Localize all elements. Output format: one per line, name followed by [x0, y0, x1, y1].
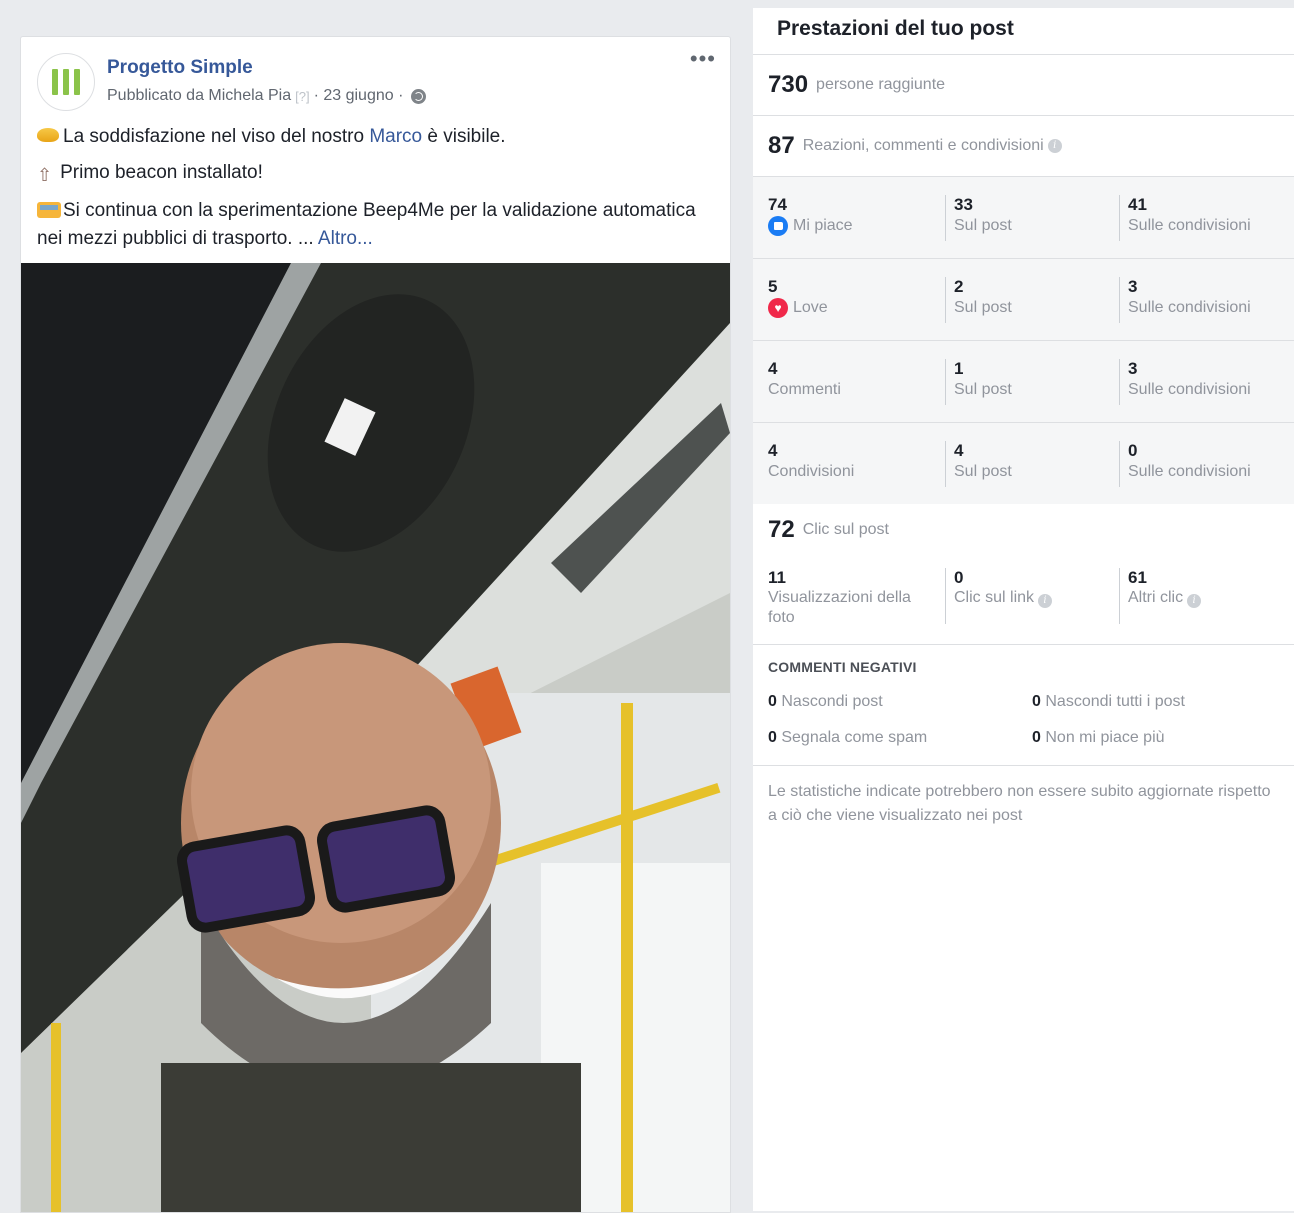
page-avatar[interactable] [37, 53, 95, 111]
comments-on-post: 1 [954, 359, 964, 378]
love-icon: ♥ [768, 298, 788, 318]
info-icon[interactable]: i [1038, 594, 1053, 608]
reach-row: 730 persone raggiunte [753, 55, 1294, 116]
shares-total: 4 [768, 441, 778, 460]
reach-label: persone raggiunte [816, 76, 946, 93]
info-icon[interactable]: i [1187, 594, 1202, 608]
bus-icon [37, 202, 61, 218]
post-card: Progetto Simple Pubblicato da Michela Pi… [20, 36, 731, 1213]
like-icon [768, 216, 788, 236]
globe-icon [411, 88, 427, 104]
other-clicks-value: 61 [1128, 568, 1147, 587]
likes-total: 74 [768, 195, 787, 214]
likes-on-shares: 41 [1128, 195, 1147, 214]
post-photo[interactable] [21, 263, 730, 1212]
published-by: Pubblicato da Michela Pia [107, 87, 292, 104]
comments-row: 4 Commenti 1 Sul post 3 Sulle condivisio… [753, 341, 1294, 423]
reactions-breakdown: 74 Mi piace 33 Sul post 41 Sulle condivi… [753, 177, 1294, 504]
engagement-row: 87 Reazioni, commenti e condivisioni i [753, 116, 1294, 177]
love-on-post: 2 [954, 277, 964, 296]
negative-feedback-section: COMMENTI NEGATIVI 0 Nascondi post 0 Nasc… [753, 645, 1294, 766]
other-clicks-label: Altri clic [1128, 589, 1184, 606]
on-shares-label: Sulle condivisioni [1128, 381, 1251, 398]
love-total: 5 [768, 277, 778, 296]
shares-on-shares: 0 [1128, 441, 1138, 460]
hide-post-stat: 0 Nascondi post [768, 693, 883, 710]
spam-stat: 0 Segnala come spam [768, 729, 928, 746]
post-text: La soddisfazione nel viso del nostro Mar… [21, 117, 730, 253]
panel-title: Prestazioni del tuo post [753, 8, 1294, 55]
insights-panel: Prestazioni del tuo post 730 persone rag… [753, 8, 1294, 1211]
raised-hands-icon [37, 128, 59, 142]
comments-label: Commenti [768, 381, 841, 398]
post-date[interactable]: · 23 giugno · [314, 87, 404, 105]
clicks-label: Clic sul post [802, 521, 889, 538]
likes-row: 74 Mi piace 33 Sul post 41 Sulle condivi… [753, 177, 1294, 259]
love-label: Love [793, 299, 828, 316]
likes-label: Mi piace [793, 217, 853, 234]
likes-on-post: 33 [954, 195, 973, 214]
on-post-label: Sul post [954, 381, 1012, 398]
love-on-shares: 3 [1128, 277, 1138, 296]
on-shares-label: Sulle condivisioni [1128, 217, 1251, 234]
post-line-3: Si continua con la sperimentazione Beep4… [37, 200, 696, 249]
on-shares-label: Sulle condivisioni [1128, 463, 1251, 480]
negative-title: COMMENTI NEGATIVI [768, 659, 917, 675]
post-header: Progetto Simple Pubblicato da Michela Pi… [21, 37, 730, 117]
clicks-value: 72 [768, 516, 795, 543]
shares-label: Condivisioni [768, 463, 855, 480]
see-more-link[interactable]: Altro... [318, 228, 373, 249]
shares-row: 4 Condivisioni 4 Sul post 0 Sulle condiv… [753, 423, 1294, 504]
engagement-label: Reazioni, commenti e condivisioni [802, 137, 1044, 154]
help-mark[interactable]: [?] [295, 89, 309, 104]
post-clicks-section: 72 Clic sul post 11 Visualizzazioni dell… [753, 504, 1294, 645]
photo-views-value: 11 [768, 568, 786, 587]
engagement-value: 87 [768, 132, 795, 159]
stats-footnote: Le statistiche indicate potrebbero non e… [768, 783, 1271, 824]
post-line-2: ⇧ Primo beacon installato! [37, 159, 714, 189]
on-post-label: Sul post [954, 463, 1012, 480]
unlike-stat: 0 Non mi piace più [1032, 729, 1165, 746]
mention-link[interactable]: Marco [369, 126, 422, 147]
on-post-label: Sul post [954, 217, 1012, 234]
page-name-link[interactable]: Progetto Simple [107, 57, 253, 79]
photo-views-label: Visualizzazioni della foto [768, 589, 911, 626]
up-arrow-icon: ⇧ [37, 165, 53, 185]
link-clicks-value: 0 [954, 568, 964, 587]
post-meta: Pubblicato da Michela Pia [?] · 23 giugn… [107, 87, 427, 105]
info-icon[interactable]: i [1047, 139, 1062, 153]
on-shares-label: Sulle condivisioni [1128, 299, 1251, 316]
more-options-icon[interactable]: ••• [690, 48, 716, 70]
comments-on-shares: 3 [1128, 359, 1138, 378]
link-clicks-label: Clic sul link [954, 589, 1035, 606]
post-line-1: La soddisfazione nel viso del nostro Mar… [37, 123, 714, 151]
on-post-label: Sul post [954, 299, 1012, 316]
love-row: 5 ♥ Love 2 Sul post 3 Sulle condivisioni [753, 259, 1294, 341]
comments-total: 4 [768, 359, 778, 378]
shares-on-post: 4 [954, 441, 964, 460]
reach-value: 730 [768, 71, 809, 98]
hide-all-stat: 0 Nascondi tutti i post [1032, 693, 1185, 710]
